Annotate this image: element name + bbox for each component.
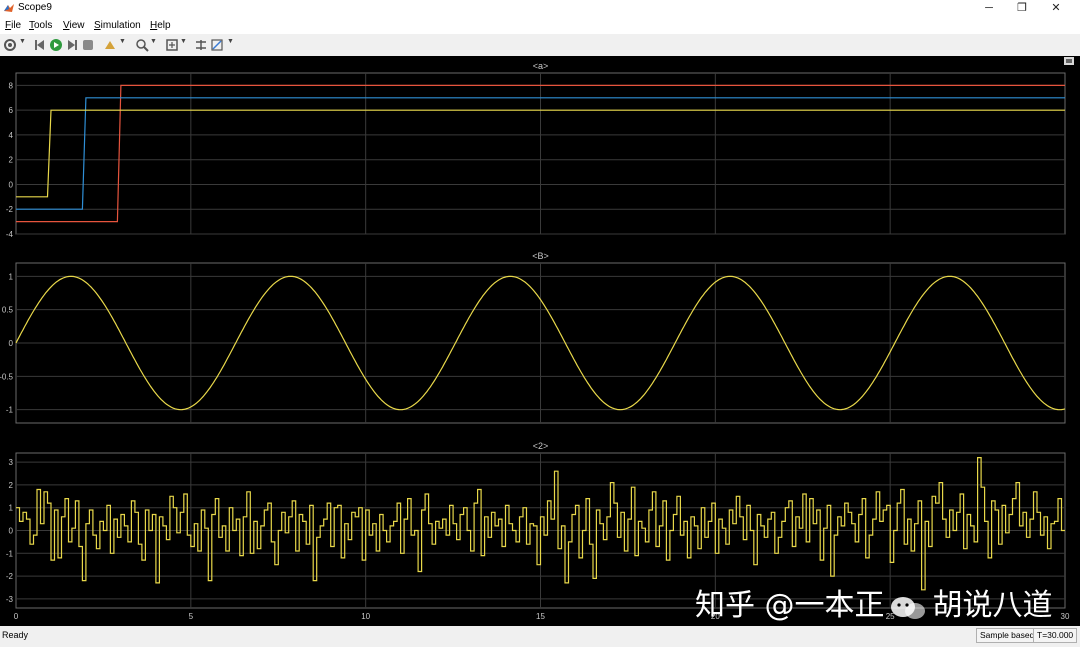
highlight-icon[interactable] — [103, 38, 117, 52]
ytick-label-3: 0 — [9, 527, 14, 536]
ytick-label-2: 0.5 — [2, 306, 14, 315]
menu-view[interactable]: View — [63, 20, 85, 31]
ytick-label-2: 1 — [9, 272, 14, 281]
close-button[interactable]: ✕ — [1039, 0, 1073, 18]
run-icon[interactable] — [49, 38, 63, 52]
stop-icon[interactable] — [81, 38, 95, 52]
ytick-label-2: 0 — [9, 339, 14, 348]
menu-file[interactable]: File — [5, 20, 21, 31]
menu-bar: File Tools View Simulation Help — [0, 18, 1080, 34]
ytick-label-3: 3 — [9, 458, 14, 467]
menu-simulation[interactable]: Simulation — [94, 20, 141, 31]
matlab-icon — [4, 4, 14, 12]
ytick-label-1: 4 — [9, 131, 14, 140]
scope-figure: <a>-4-202468<B>-1-0.500.51<2>-3-2-101230… — [0, 57, 1074, 621]
ytick-label-1: -2 — [6, 205, 14, 214]
xtick-label: 10 — [361, 612, 370, 621]
toolbar: ▼ ▼ ▼ ▼ ▼ — [0, 34, 1080, 57]
ytick-label-3: 2 — [9, 481, 14, 490]
xtick-label: 5 — [189, 612, 194, 621]
ytick-label-1: 8 — [9, 81, 14, 90]
wechat-logo-icon — [890, 596, 925, 619]
cursor-measure-icon[interactable] — [194, 38, 208, 52]
ytick-label-1: 0 — [9, 180, 14, 189]
ytick-label-3: -3 — [6, 595, 14, 604]
status-mode: Sample based — [976, 628, 1039, 643]
fit-to-view-icon[interactable] — [165, 38, 179, 52]
zoom-dropdown-arrow[interactable]: ▼ — [150, 38, 157, 45]
maximize-button[interactable]: ❐ — [1005, 0, 1039, 18]
ytick-label-2: -1 — [6, 406, 14, 415]
zoom-icon[interactable] — [135, 38, 149, 52]
title-bar: Scope9 ─ ❐ ✕ — [0, 0, 1080, 18]
ytick-label-1: -4 — [6, 230, 14, 239]
watermark-text-1: 知乎 @一本正 — [695, 588, 885, 623]
axes-title-2: <B> — [532, 251, 549, 261]
menu-tools[interactable]: Tools — [29, 20, 52, 31]
style-icon[interactable] — [210, 38, 224, 52]
status-ready-text: Ready — [2, 630, 29, 640]
ytick-label-1: 2 — [9, 156, 14, 165]
step-forward-icon[interactable] — [65, 38, 79, 52]
ytick-label-3: -1 — [6, 549, 14, 558]
status-bar: Ready Sample based T=30.000 — [0, 626, 1080, 647]
ytick-label-3: -2 — [6, 572, 14, 581]
minimize-button[interactable]: ─ — [972, 0, 1006, 18]
gear-dropdown-arrow[interactable]: ▼ — [19, 38, 26, 45]
fit-dropdown-arrow[interactable]: ▼ — [180, 38, 187, 45]
menu-help[interactable]: Help — [150, 20, 171, 31]
highlight-dropdown-arrow[interactable]: ▼ — [119, 38, 126, 45]
xtick-label: 30 — [1061, 612, 1070, 621]
style-dropdown-arrow[interactable]: ▼ — [227, 38, 234, 45]
watermark: 知乎 @一本正 胡说八道 — [695, 580, 1053, 624]
axes-title-3: <2> — [533, 441, 549, 451]
ytick-label-3: 1 — [9, 504, 14, 513]
watermark-text-2: 胡说八道 — [932, 588, 1053, 623]
status-time: T=30.000 — [1033, 628, 1078, 643]
step-back-icon[interactable] — [33, 38, 47, 52]
xtick-label: 0 — [14, 612, 19, 621]
gear-icon[interactable] — [3, 38, 17, 52]
xtick-label: 15 — [536, 612, 545, 621]
window-title: Scope9 — [18, 2, 52, 13]
scope-plot-area: <a> -4 -2 0 2 4 6 8 <B> -1 -0.5 0 0.5 1 <2> -3 -2 -1 0 1 2 3 0… — [0, 56, 1080, 626]
undock-icon[interactable] — [1064, 57, 1074, 65]
ytick-label-2: -0.5 — [0, 372, 14, 381]
ytick-label-1: 6 — [9, 106, 14, 115]
axes-title-1: <a> — [533, 61, 549, 71]
